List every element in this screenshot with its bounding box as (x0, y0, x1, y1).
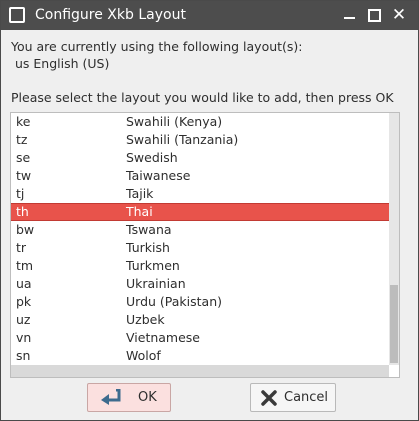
layout-row-pk[interactable]: pk Urdu (Pakistan) (11, 293, 399, 311)
layout-code: tr (16, 240, 27, 255)
layout-code: pk (16, 294, 32, 309)
layout-name: Vietnamese (126, 330, 200, 345)
layout-code: th (16, 204, 29, 219)
layout-code: vn (16, 330, 32, 345)
layout-code: tm (16, 258, 34, 273)
layout-list[interactable]: ke Swahili (Kenya) tz Swahili (Tanzania) se S… (10, 112, 400, 378)
layout-name: Tajik (126, 186, 154, 201)
layout-code: se (16, 150, 31, 165)
cancel-x-icon (261, 390, 277, 406)
layout-row-uz[interactable]: uz Uzbek (11, 311, 399, 329)
layout-code: ua (16, 276, 32, 291)
cancel-button-label: Cancel (284, 390, 329, 405)
layout-code: ke (16, 114, 31, 129)
ok-button[interactable]: OK (87, 383, 171, 412)
layout-row-tz[interactable]: tz Swahili (Tanzania) (11, 131, 399, 149)
layout-name: Turkmen (126, 258, 180, 273)
layout-code: sn (16, 348, 31, 363)
layout-row-bw[interactable]: bw Tswana (11, 221, 399, 239)
layout-row-tm[interactable]: tm Turkmen (11, 257, 399, 275)
layout-row-sn[interactable]: sn Wolof (11, 347, 399, 365)
layout-name: Tswana (126, 222, 172, 237)
layout-code: tz (16, 132, 28, 147)
layout-row-tw[interactable]: tw Taiwanese (11, 167, 399, 185)
close-icon[interactable]: ✕ (390, 6, 408, 24)
layout-name: Thai (126, 204, 153, 219)
layout-name: Wolof (126, 348, 161, 363)
layout-row-th[interactable]: th Thai (11, 203, 399, 221)
layout-row-tr[interactable]: tr Turkish (11, 239, 399, 257)
layout-name: Turkish (126, 240, 170, 255)
layout-row-ua[interactable]: ua Ukrainian (11, 275, 399, 293)
window-app-icon (9, 7, 25, 23)
layout-code: tw (16, 168, 32, 183)
layout-code: bw (16, 222, 35, 237)
layout-name: Uzbek (126, 312, 165, 327)
layout-name: Swahili (Kenya) (126, 114, 223, 129)
layout-row-vn[interactable]: vn Vietnamese (11, 329, 399, 347)
ok-button-label: OK (138, 390, 157, 405)
layout-row-ke[interactable]: ke Swahili (Kenya) (11, 113, 399, 131)
enter-arrow-icon (101, 389, 121, 405)
layout-name: Swedish (126, 150, 178, 165)
layout-name: Urdu (Pakistan) (126, 294, 222, 309)
layout-row-se[interactable]: se Swedish (11, 149, 399, 167)
horizontal-scrollbar[interactable] (11, 365, 389, 377)
configure-xkb-layout-dialog: Configure Xkb Layout ✕ You are currently… (0, 0, 419, 421)
layout-row-tj[interactable]: tj Tajik (11, 185, 399, 203)
layout-code: tj (16, 186, 25, 201)
layout-code: uz (16, 312, 31, 327)
vertical-scrollbar-thumb[interactable] (390, 285, 398, 363)
current-layouts-label: You are currently using the following la… (11, 39, 303, 54)
instruction-text: Please select the layout you would like … (11, 90, 394, 105)
title-bar[interactable]: Configure Xkb Layout ✕ (1, 1, 418, 30)
layout-name: Ukrainian (126, 276, 186, 291)
maximize-icon[interactable] (365, 6, 383, 24)
current-layouts-value: us English (US) (15, 56, 110, 71)
layout-name: Swahili (Tanzania) (126, 132, 239, 147)
window-title: Configure Xkb Layout (35, 7, 186, 23)
cancel-button[interactable]: Cancel (250, 383, 336, 412)
minimize-icon[interactable] (340, 6, 358, 24)
layout-name: Taiwanese (126, 168, 191, 183)
